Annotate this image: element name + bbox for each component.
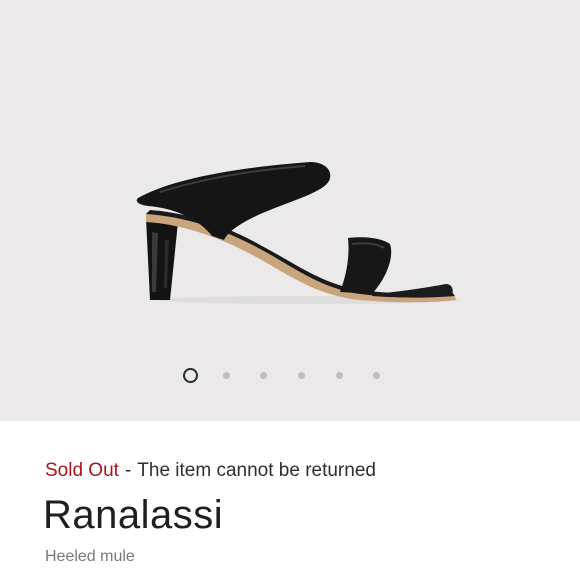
status-separator: - xyxy=(124,460,132,481)
product-image-gallery[interactable] xyxy=(0,0,580,421)
product-page: Sold Out - The item cannot be returned Ran… xyxy=(0,0,580,580)
gallery-dot-2[interactable] xyxy=(223,372,230,379)
gallery-pagination xyxy=(0,366,580,386)
gallery-dot-4[interactable] xyxy=(298,372,305,379)
sold-out-status: Sold Out xyxy=(45,460,119,481)
shoe-heel xyxy=(146,218,178,300)
gallery-dot-1[interactable] xyxy=(183,368,198,383)
shoe-toe xyxy=(372,284,453,298)
status-line: Sold Out - The item cannot be returned xyxy=(45,459,376,483)
gallery-dot-6[interactable] xyxy=(373,372,380,379)
gallery-dot-5[interactable] xyxy=(336,372,343,379)
product-image xyxy=(136,162,460,304)
shoe-sole xyxy=(146,214,456,303)
product-info: Sold Out - The item cannot be returned Ran… xyxy=(0,421,580,580)
gallery-dot-3[interactable] xyxy=(260,372,267,379)
shoe-front-strap xyxy=(340,237,392,294)
product-subtitle: Heeled mule xyxy=(45,548,135,565)
product-title: Ranalassi xyxy=(43,493,224,537)
return-policy: The item cannot be returned xyxy=(137,460,376,481)
